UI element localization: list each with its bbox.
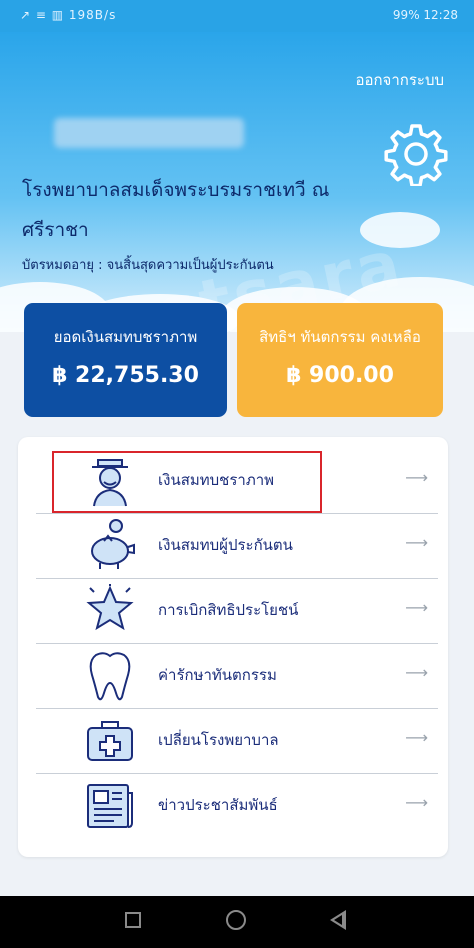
logout-button[interactable]: ออกจากระบบ — [355, 68, 444, 92]
profile-header: postsara ออกจากระบบ โรงพยาบาลสมเด็จพระบร… — [0, 32, 474, 332]
recent-apps-icon[interactable] — [125, 912, 141, 928]
card-expiry-text: บัตรหมดอายุ : จนสิ้นสุดความเป็นผู้ประกัน… — [22, 258, 274, 273]
arrow-right-icon: ⟶ — [405, 663, 428, 682]
card-value: ฿ 900.00 — [286, 363, 394, 388]
tooth-icon — [89, 652, 131, 701]
dental-benefit-card[interactable]: สิทธิฯ ทันตกรรม คงเหลือ ฿ 900.00 — [237, 303, 443, 417]
arrow-right-icon: ⟶ — [405, 533, 428, 552]
card-title: ยอดเงินสมทบชราภาพ — [53, 328, 198, 346]
menu-item-label: เปลี่ยนโรงพยาบาล — [158, 731, 279, 749]
gear-icon[interactable] — [384, 122, 448, 186]
card-title: สิทธิฯ ทันตกรรม คงเหลือ — [259, 328, 421, 346]
hospital-name: โรงพยาบาลสมเด็จพระบรมราชเทวี ณ ศรีราชา — [22, 179, 330, 241]
back-icon[interactable] — [330, 910, 346, 930]
menu-item-label: ค่ารักษาทันตกรรม — [158, 666, 277, 684]
arrow-right-icon: ⟶ — [405, 728, 428, 747]
menu-item-label: ข่าวประชาสัมพันธ์ — [158, 796, 278, 814]
menu-item-insured-contribution[interactable]: เงินสมทบผู้ประกันตน ⟶ — [36, 513, 438, 579]
medical-kit-icon — [87, 721, 133, 761]
arrow-right-icon: ⟶ — [405, 598, 428, 617]
menu-item-change-hospital[interactable]: เปลี่ยนโรงพยาบาล ⟶ — [36, 708, 438, 774]
menu-item-benefit-claim[interactable]: การเบิกสิทธิประโยชน์ ⟶ — [36, 578, 438, 644]
menu-item-label: การเบิกสิทธิประโยชน์ — [158, 601, 299, 619]
menu-item-label: เงินสมทบผู้ประกันตน — [158, 536, 293, 554]
piggy-bank-icon — [91, 519, 135, 569]
status-left: ↗ ≡ ▥ 198B/s — [20, 8, 117, 22]
username-blurred — [54, 118, 244, 148]
menu-item-dental-expense[interactable]: ค่ารักษาทันตกรรม ⟶ — [36, 643, 438, 709]
arrow-right-icon: ⟶ — [405, 793, 428, 812]
card-value: ฿ 22,755.30 — [52, 363, 199, 388]
menu-item-news[interactable]: ข่าวประชาสัมพันธ์ ⟶ — [36, 773, 438, 838]
arrow-right-icon: ⟶ — [405, 468, 428, 487]
old-age-contribution-card[interactable]: ยอดเงินสมทบชราภาพ ฿ 22,755.30 — [24, 303, 227, 417]
star-icon — [86, 584, 134, 631]
status-right: 99% 12:28 — [392, 8, 458, 22]
highlight-box — [52, 451, 322, 513]
status-bar: ↗ ≡ ▥ 198B/s 99% 12:28 — [0, 0, 474, 32]
newspaper-icon — [87, 784, 133, 828]
home-icon[interactable] — [226, 910, 246, 930]
